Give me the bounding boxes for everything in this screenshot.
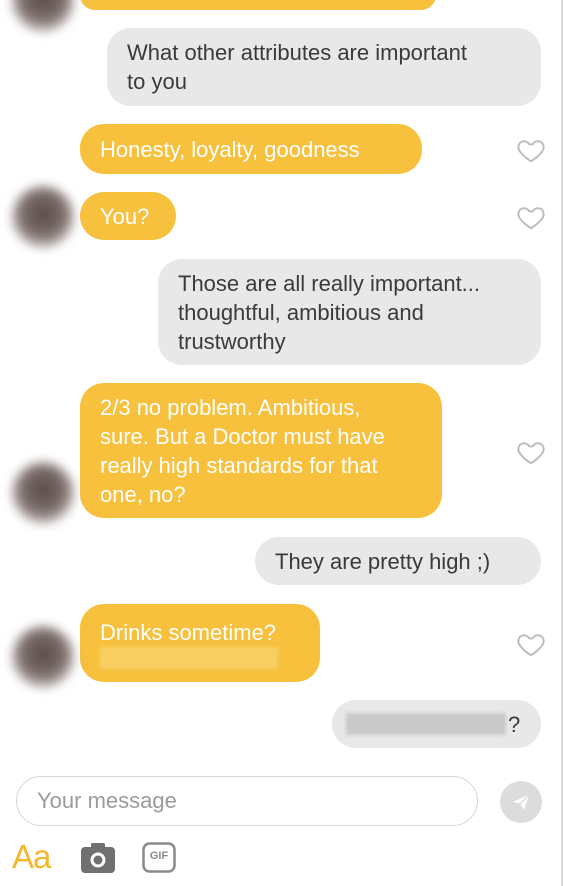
message-input-container[interactable]: [16, 776, 478, 826]
message-text: You?: [100, 203, 150, 229]
message-text: Those are all really important...: [178, 270, 481, 296]
send-icon: [512, 794, 530, 811]
redacted-text: [346, 713, 506, 735]
redacted-text: [100, 646, 278, 669]
avatar[interactable]: [12, 0, 74, 32]
avatar[interactable]: [12, 626, 74, 688]
text-format-button[interactable]: Aa: [12, 838, 51, 876]
message-text: trustworthy: [178, 328, 286, 354]
message-bubble-incoming[interactable]: 2/3 no problem. Ambitious, sure. But a D…: [80, 383, 442, 518]
message-bubble-incoming[interactable]: Drinks sometime?: [80, 604, 320, 682]
message-text: ?: [508, 711, 521, 737]
send-button[interactable]: [500, 781, 542, 823]
message-text: What other attributes are important: [127, 40, 467, 65]
message-text: Honesty, loyalty, goodness: [100, 136, 360, 162]
message-text: to you: [127, 69, 187, 94]
message-text: They are pretty high ;): [275, 548, 491, 574]
message-text: sure. But a Doctor must have: [100, 423, 385, 449]
heart-outline-icon[interactable]: [516, 202, 546, 232]
message-text: one, no?: [100, 481, 186, 507]
message-text: thoughtful, ambitious and: [178, 299, 424, 325]
message-input[interactable]: [17, 777, 477, 825]
heart-outline-icon[interactable]: [516, 437, 546, 467]
gif-button[interactable]: GIF: [142, 842, 176, 873]
message-text: Drinks sometime?: [100, 619, 277, 645]
camera-icon[interactable]: [80, 842, 116, 874]
message-bubble-outgoing[interactable]: They are pretty high ;): [255, 537, 541, 585]
message-bubble-outgoing[interactable]: What other attributes are important to y…: [107, 28, 541, 106]
message-bubble-outgoing[interactable]: Those are all really important... though…: [158, 259, 541, 365]
avatar[interactable]: [12, 186, 74, 248]
message-text: 2/3 no problem. Ambitious,: [100, 394, 361, 420]
chat-thread: What other attributes are important to y…: [0, 0, 563, 760]
message-bubble-outgoing[interactable]: ?: [332, 700, 541, 748]
gif-label: GIF: [149, 850, 169, 862]
message-bubble-incoming[interactable]: You?: [80, 192, 176, 240]
message-text: really high standards for that: [100, 452, 378, 478]
heart-outline-icon[interactable]: [516, 629, 546, 659]
heart-outline-icon[interactable]: [516, 135, 546, 165]
message-bubble-incoming[interactable]: Honesty, loyalty, goodness: [80, 124, 422, 174]
message-bubble-incoming[interactable]: [80, 0, 436, 10]
avatar[interactable]: [12, 462, 74, 524]
